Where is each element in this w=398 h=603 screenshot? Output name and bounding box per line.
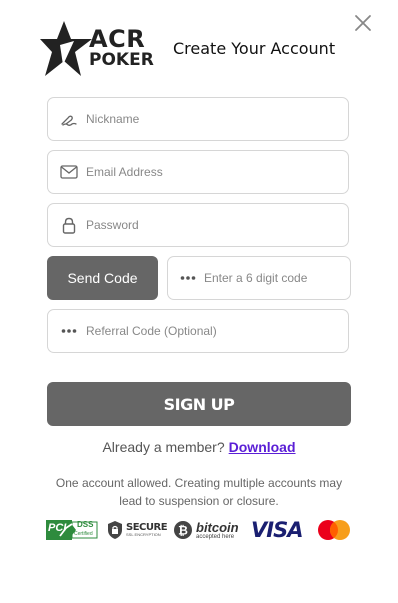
visa-badge: VISA bbox=[251, 516, 303, 544]
brand-line2: POKER bbox=[89, 50, 154, 70]
certified-label: Certified bbox=[74, 531, 93, 537]
password-field[interactable] bbox=[47, 203, 349, 247]
acr-poker-logo: ACR POKER bbox=[40, 21, 154, 76]
pci-label: PCI bbox=[48, 522, 67, 534]
accepted-label: accepted here bbox=[196, 533, 235, 540]
bitcoin-icon: ₿ bbox=[174, 521, 192, 539]
verification-code-field[interactable] bbox=[167, 256, 359, 300]
dots-icon bbox=[60, 322, 78, 340]
trust-badges: PCI DSS Certified SECURE SSL ENCRYPTION … bbox=[46, 516, 352, 544]
shield-lock-icon bbox=[108, 521, 122, 539]
page-title: Create Your Account bbox=[173, 39, 336, 58]
logo-star-icon bbox=[40, 21, 92, 76]
pci-dss-badge: PCI DSS Certified bbox=[46, 516, 98, 544]
brand-line1: ACR bbox=[89, 25, 146, 53]
mastercard-icon bbox=[318, 520, 350, 540]
lock-icon bbox=[60, 216, 78, 234]
visa-logo: VISA bbox=[251, 518, 303, 542]
already-member: Already a member? Download bbox=[0, 439, 398, 455]
referral-input[interactable] bbox=[86, 324, 306, 338]
signature-icon bbox=[60, 110, 78, 128]
password-input[interactable] bbox=[86, 218, 306, 232]
ssl-label: SSL ENCRYPTION bbox=[126, 532, 161, 537]
envelope-icon bbox=[60, 163, 78, 181]
referral-field[interactable] bbox=[47, 309, 349, 353]
sign-up-button[interactable]: SIGN UP bbox=[47, 382, 351, 426]
verification-code-input[interactable] bbox=[204, 271, 359, 285]
brand-text: ACR POKER bbox=[89, 27, 154, 69]
secure-ssl-badge: SECURE SSL ENCRYPTION bbox=[107, 516, 168, 544]
nickname-field[interactable] bbox=[47, 97, 349, 141]
svg-text:₿: ₿ bbox=[178, 524, 188, 538]
already-member-text: Already a member? bbox=[102, 439, 225, 455]
mastercard-badge bbox=[317, 516, 351, 544]
dots-icon bbox=[180, 269, 196, 287]
account-note: One account allowed. Creating multiple a… bbox=[55, 476, 343, 508]
dss-label: DSS bbox=[77, 520, 94, 529]
email-field[interactable] bbox=[47, 150, 349, 194]
email-input[interactable] bbox=[86, 165, 306, 179]
download-link[interactable]: Download bbox=[229, 439, 296, 455]
close-icon[interactable] bbox=[353, 13, 373, 33]
bitcoin-badge: ₿ bitcoin accepted here bbox=[173, 516, 239, 544]
bitcoin-label: bitcoin bbox=[196, 519, 239, 535]
nickname-input[interactable] bbox=[86, 112, 306, 126]
send-code-button[interactable]: Send Code bbox=[47, 256, 158, 300]
